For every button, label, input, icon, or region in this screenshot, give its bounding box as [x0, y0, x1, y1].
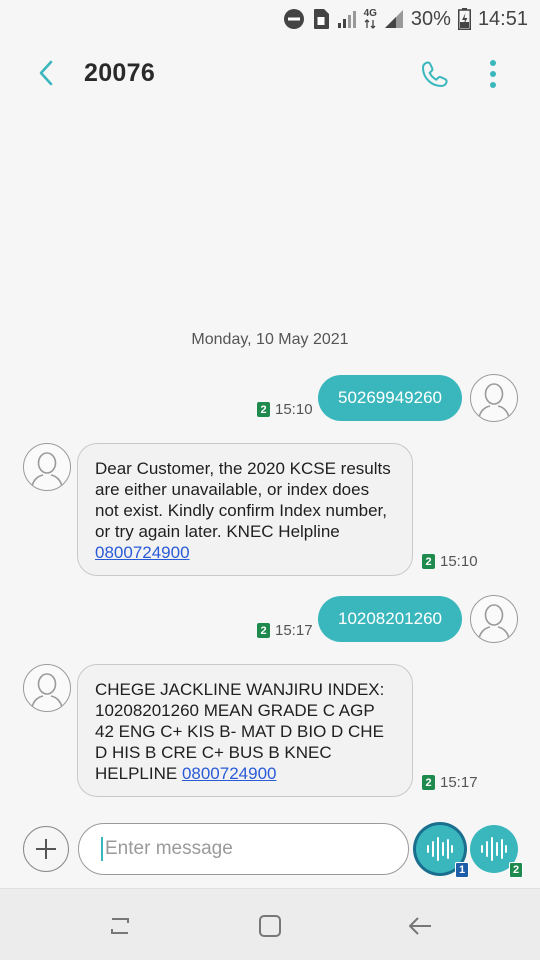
outgoing-message-bubble[interactable]: 50269949260	[318, 375, 462, 421]
send-sim1-button[interactable]: 1	[416, 825, 469, 878]
more-options-button[interactable]	[478, 54, 508, 94]
person-avatar-icon	[31, 673, 63, 708]
attach-button[interactable]	[23, 826, 69, 872]
message-input-placeholder: Enter message	[105, 838, 233, 859]
message-time: 15:10	[275, 401, 313, 418]
conversation-title: 20076	[84, 59, 156, 87]
message-time: 15:10	[440, 553, 478, 570]
recent-apps-button[interactable]	[103, 911, 137, 941]
sim-badge: 2	[422, 554, 435, 569]
outgoing-message-bubble[interactable]: 10208201260	[318, 596, 462, 642]
more-vert-icon	[490, 60, 496, 88]
sim1-badge: 1	[455, 862, 469, 878]
plus-icon	[36, 839, 56, 859]
call-button[interactable]	[416, 56, 454, 92]
signal-strength-icon	[337, 9, 357, 29]
message-meta: 2 15:10	[422, 553, 478, 570]
message-time: 15:17	[440, 774, 478, 791]
message-meta: 2 15:17	[257, 622, 313, 639]
phone-number-link[interactable]: 0800724900	[95, 543, 190, 562]
status-bar: 4G 30% 14:51	[0, 0, 540, 38]
person-avatar-icon	[31, 452, 63, 487]
network-type-label: 4G	[363, 8, 377, 19]
send-sim2-button[interactable]: 2	[470, 825, 523, 878]
text-cursor	[101, 837, 103, 861]
back-nav-icon	[409, 917, 431, 935]
sim-badge: 2	[422, 775, 435, 790]
message-meta: 2 15:10	[257, 401, 313, 418]
avatar[interactable]	[23, 664, 71, 712]
sim2-badge: 2	[509, 862, 523, 878]
message-text: Dear Customer, the 2020 KCSE results are…	[95, 459, 391, 541]
person-avatar-icon	[478, 604, 510, 639]
message-meta: 2 15:17	[422, 774, 478, 791]
navigation-bar	[0, 888, 540, 960]
back-arrow-icon	[39, 60, 53, 86]
avatar[interactable]	[470, 374, 518, 422]
signal-strength-2-icon	[384, 9, 404, 29]
battery-percentage: 30%	[410, 7, 451, 30]
message-input[interactable]: Enter message	[78, 823, 409, 875]
voice-wave-icon	[481, 837, 507, 861]
back-nav-button[interactable]	[403, 911, 437, 941]
back-button[interactable]	[30, 56, 62, 90]
incoming-message-bubble[interactable]: Dear Customer, the 2020 KCSE results are…	[77, 443, 413, 576]
home-icon	[259, 915, 281, 937]
message-time: 15:17	[275, 622, 313, 639]
network-type-icon: 4G	[364, 9, 377, 29]
battery-charging-icon	[457, 8, 471, 30]
sim-card-icon	[312, 8, 330, 30]
phone-number-link[interactable]: 0800724900	[182, 764, 277, 783]
phone-icon	[421, 61, 448, 88]
sim-badge: 2	[257, 402, 270, 417]
recent-apps-icon	[111, 918, 129, 934]
message-text: 10208201260	[337, 609, 442, 628]
voice-wave-icon	[427, 837, 453, 861]
message-text: 50269949260	[337, 388, 442, 407]
avatar[interactable]	[470, 595, 518, 643]
home-button[interactable]	[253, 911, 287, 941]
conversation-header: 20076	[0, 44, 540, 102]
avatar[interactable]	[23, 443, 71, 491]
do-not-disturb-icon	[283, 8, 305, 30]
sim-badge: 2	[257, 623, 270, 638]
incoming-message-bubble[interactable]: CHEGE JACKLINE WANJIRU INDEX: 1020820126…	[77, 664, 413, 797]
person-avatar-icon	[478, 383, 510, 418]
date-divider: Monday, 10 May 2021	[191, 331, 349, 348]
clock: 14:51	[477, 7, 528, 30]
